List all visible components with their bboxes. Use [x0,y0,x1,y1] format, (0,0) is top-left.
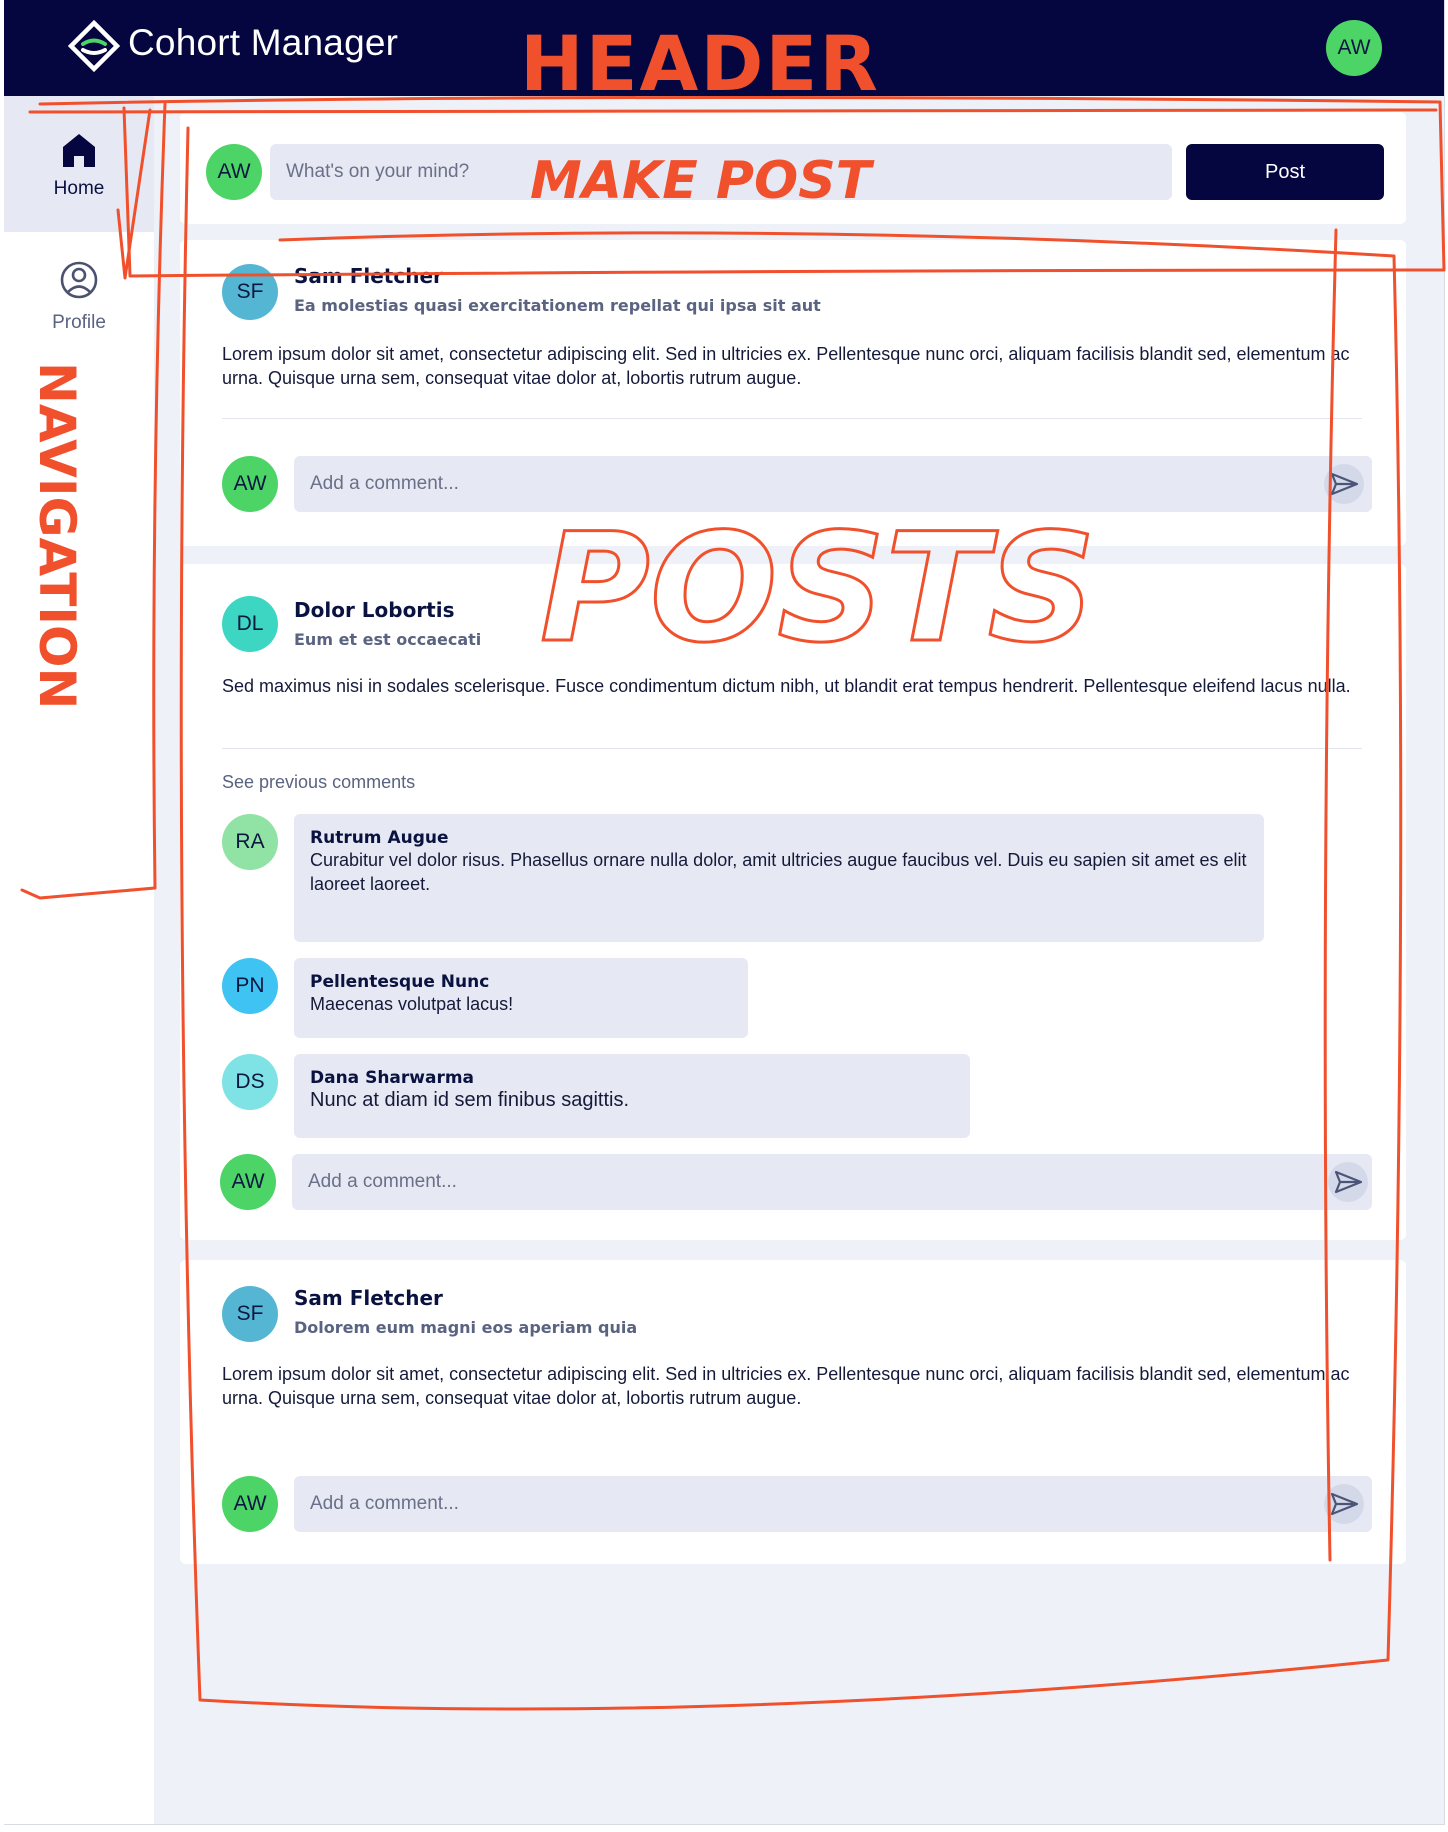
profile-icon [60,261,98,299]
commenter-avatar: DS [222,1054,278,1110]
composer-avatar: AW [206,144,262,200]
comment-avatar: AW [220,1154,276,1210]
create-post-card: AW What's on your mind? Post [180,112,1406,224]
post-body: Sed maximus nisi in sodales scelerisque.… [222,676,1351,696]
sidebar-item-profile[interactable]: Profile [4,256,154,346]
send-icon[interactable] [1324,464,1364,504]
commenter-avatar: PN [222,958,278,1014]
post-card: SF Sam Fletcher Ea molestias quasi exerc… [180,240,1406,546]
comment-bubble: Dana Sharwarma Nunc at diam id sem finib… [294,1054,970,1138]
header-bar: Cohort Manager AW [4,0,1444,96]
author-avatar: SF [222,1286,278,1342]
post-divider [222,748,1362,749]
commenter-avatar: RA [222,814,278,870]
cohort-logo-icon[interactable] [66,18,122,74]
sidebar-nav: Home Profile [4,96,154,1824]
comment-input[interactable]: Add a comment... [294,1476,1372,1532]
see-previous-comments-link[interactable]: See previous comments [222,772,415,793]
post-body: Lorem ipsum dolor sit amet, consectetur … [222,1364,1350,1408]
send-icon[interactable] [1328,1162,1368,1202]
post-author[interactable]: Dolor Lobortis [294,598,455,622]
post-button[interactable]: Post [1186,144,1384,200]
post-author[interactable]: Sam Fletcher [294,264,443,288]
post-card: SF Sam Fletcher Dolorem eum magni eos ap… [180,1260,1406,1564]
comment-text: Maecenas volutpat lacus! [310,994,514,1014]
post-subtitle: Dolorem eum magni eos aperiam quia [294,1318,638,1337]
sidebar-item-label: Home [53,178,105,199]
comment-input[interactable]: Add a comment... [294,456,1372,512]
comment-text: Curabitur vel dolor risus. Phasellus orn… [310,850,1247,894]
comment-author[interactable]: Pellentesque Nunc [310,972,732,992]
post-body: Lorem ipsum dolor sit amet, consectetur … [222,344,1350,388]
comment-bubble: Pellentesque Nunc Maecenas volutpat lacu… [294,958,748,1038]
post-divider [222,418,1362,419]
home-icon [63,134,95,167]
post-subtitle: Eum et est occaecati [294,630,482,649]
post-subtitle: Ea molestias quasi exercitationem repell… [294,296,821,315]
comment-text: Nunc at diam id sem finibus sagittis. [310,1089,630,1111]
post-card: DL Dolor Lobortis Eum et est occaecati S… [180,564,1406,1240]
sidebar-item-home[interactable]: Home [4,96,154,232]
author-avatar: DL [222,596,278,652]
comment-avatar: AW [222,1476,278,1532]
app-title: Cohort Manager [128,22,399,63]
sidebar-item-label: Profile [52,312,106,333]
author-avatar: SF [222,264,278,320]
post-input[interactable]: What's on your mind? [270,144,1172,200]
comment-author[interactable]: Rutrum Augue [310,828,1248,848]
send-icon[interactable] [1324,1484,1364,1524]
comment-avatar: AW [222,456,278,512]
comment-bubble: Rutrum Augue Curabitur vel dolor risus. … [294,814,1264,942]
app-window: Cohort Manager AW Home Profile AW What's… [4,0,1445,1825]
post-author[interactable]: Sam Fletcher [294,1286,443,1310]
user-avatar[interactable]: AW [1326,20,1382,76]
comment-input[interactable]: Add a comment... [292,1154,1372,1210]
comment-author[interactable]: Dana Sharwarma [310,1068,954,1088]
